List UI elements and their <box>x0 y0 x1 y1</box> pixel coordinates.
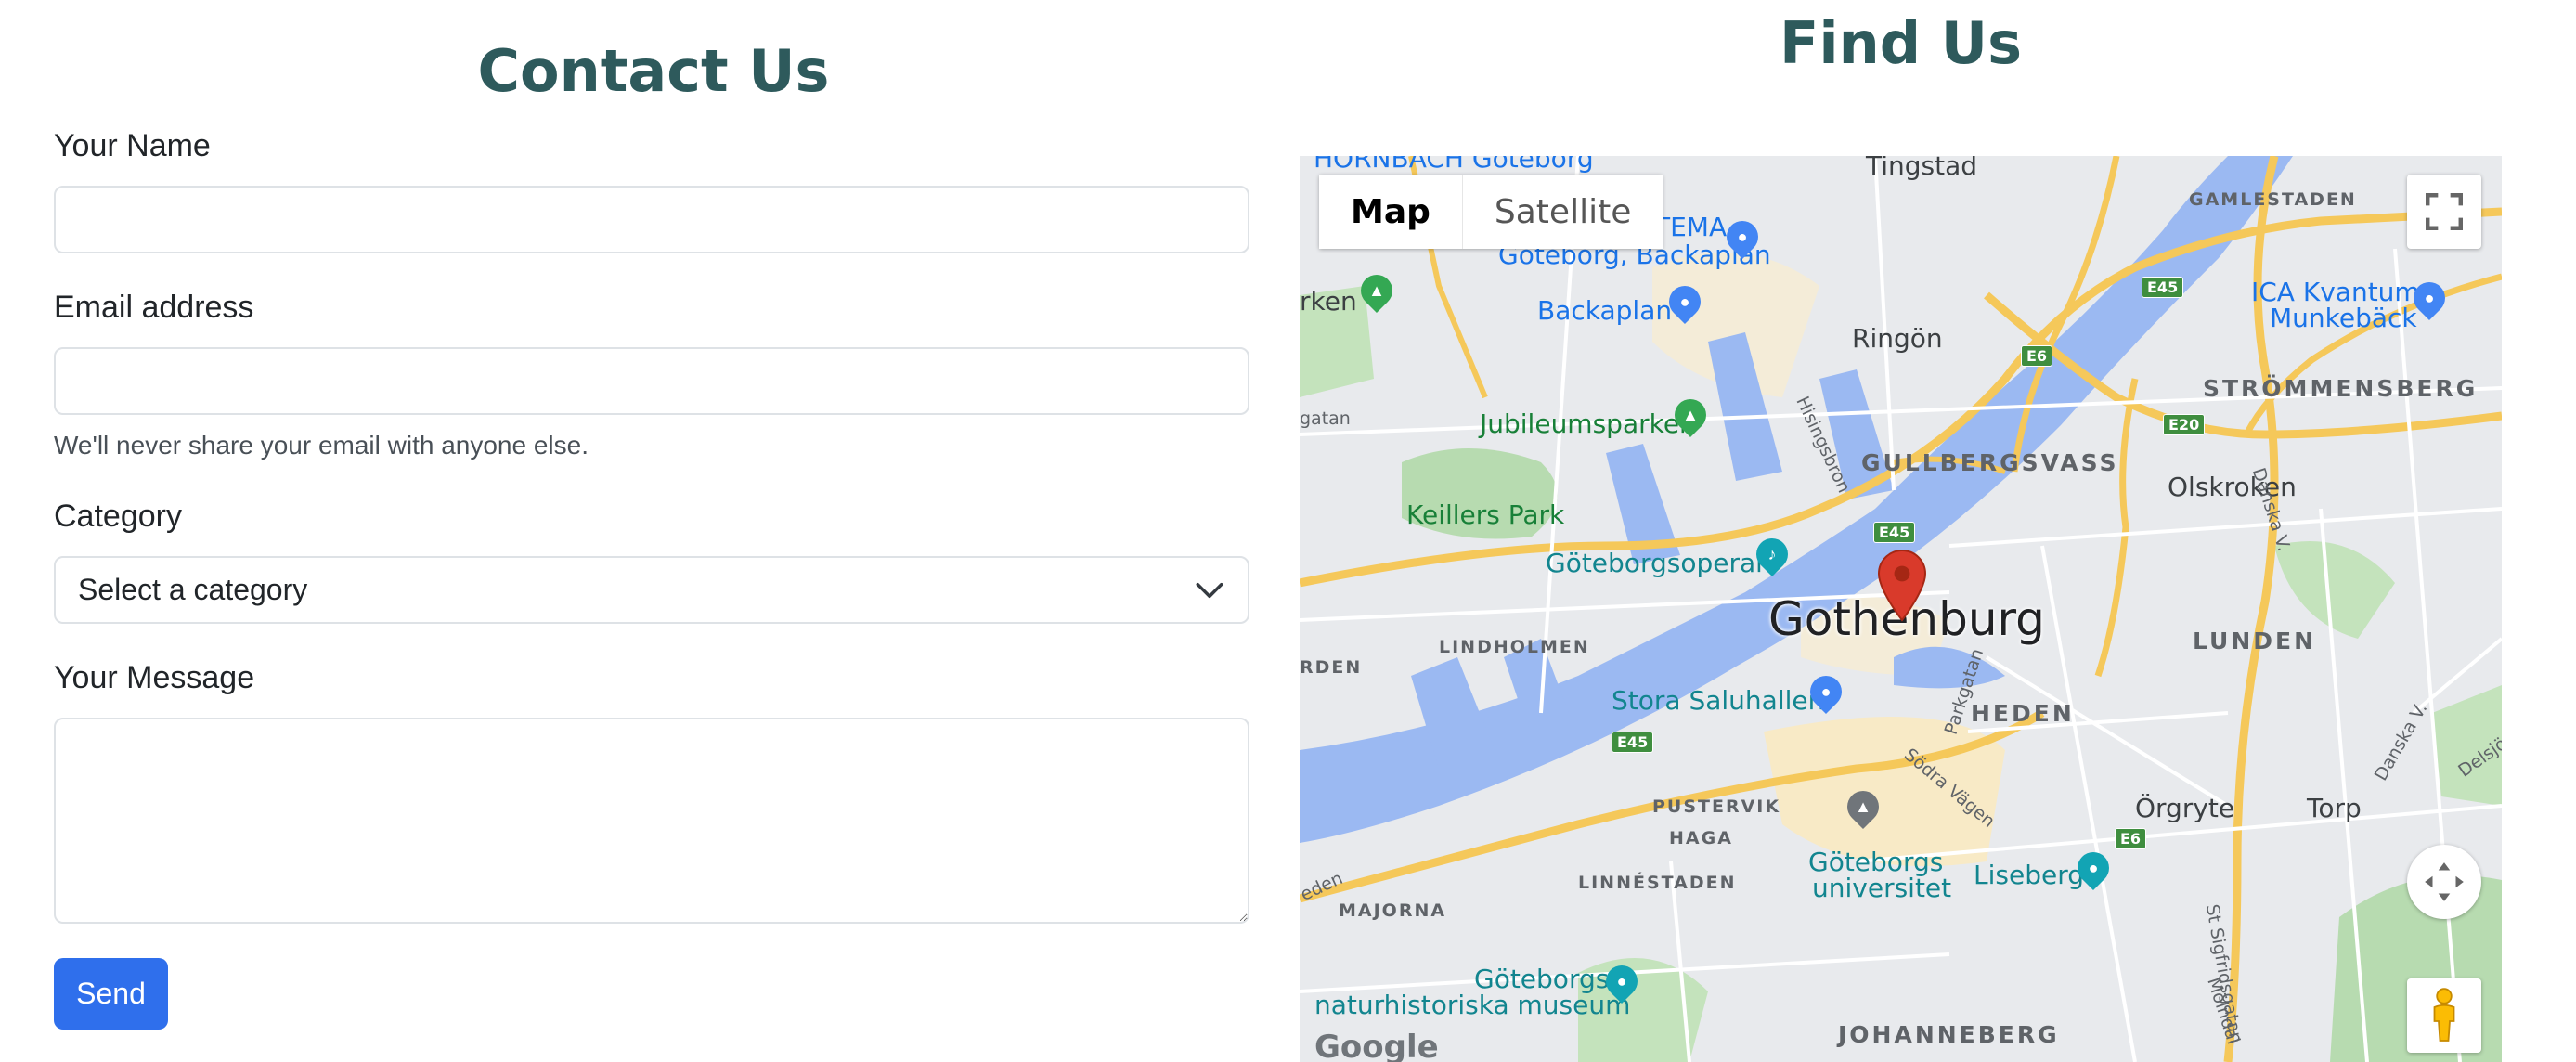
map-label-orgryte: Örgryte <box>2135 793 2235 823</box>
map-street-gatan: gatan <box>1300 408 1351 429</box>
map-embed[interactable]: Tingstad HORNBACH Göteborg GAMLESTADEN I… <box>1300 156 2502 1062</box>
send-button[interactable]: Send <box>54 958 168 1030</box>
map-label-ica-2: Munkebäck <box>2270 303 2417 333</box>
name-label: Your Name <box>54 128 211 163</box>
shield-e6-b: E6 <box>2115 828 2147 849</box>
tree-icon: ▲ <box>1353 267 1400 314</box>
map-label-ringon: Ringön <box>1852 323 1943 354</box>
map-label-arken: rken <box>1300 286 1357 317</box>
email-help-text: We'll never share your email with anyone… <box>54 431 589 460</box>
map-label-universitet-2: universitet <box>1812 873 1952 903</box>
map-label-hornbach: HORNBACH Göteborg <box>1314 156 1594 174</box>
music-note-icon: ♪ <box>1749 531 1795 577</box>
map-label-jubileumsparken: Jubileumsparken <box>1480 408 1696 439</box>
museum-icon: ● <box>1599 958 1645 1004</box>
map-label-goteborgsoperan: Göteborgsoperan <box>1546 548 1772 578</box>
map-label-gullbergsvass: GULLBERGSVASS <box>1861 449 2119 476</box>
category-select[interactable]: Select a category <box>54 556 1249 624</box>
map-label-torp: Torp <box>2307 793 2362 823</box>
fullscreen-icon <box>2426 193 2463 230</box>
map-label-keillers-park: Keillers Park <box>1406 499 1565 530</box>
map-label-strommensberg: STRÖMMENSBERG <box>2203 375 2479 402</box>
map-type-control: Map Satellite <box>1319 175 1663 249</box>
map-label-heden: HEDEN <box>1971 700 2075 727</box>
contact-title: Contact Us <box>477 37 830 105</box>
shield-e20: E20 <box>2163 414 2206 435</box>
shopping-bag-icon: ● <box>1719 214 1766 260</box>
pegman-button[interactable] <box>2407 978 2481 1053</box>
amusement-park-icon: ● <box>2070 845 2116 891</box>
map-label-johanneberg: JOHANNEBERG <box>1838 1021 2060 1048</box>
map-label-lindholmen: LINDHOLMEN <box>1439 637 1590 657</box>
map-label-haga: HAGA <box>1669 828 1733 848</box>
map-label-rden: RDEN <box>1300 657 1363 678</box>
google-logo: Google <box>1314 1029 1439 1062</box>
location-marker-icon <box>1877 550 1927 622</box>
camera-control-button[interactable] <box>2407 845 2481 919</box>
map-label-gamlestaden: GAMLESTADEN <box>2189 189 2357 210</box>
find-us-title: Find Us <box>1780 9 2022 77</box>
pegman-icon <box>2433 988 2455 1042</box>
shield-e45-a: E45 <box>2142 277 2184 298</box>
chevron-down-icon <box>1196 582 1223 598</box>
email-input[interactable] <box>54 347 1249 415</box>
map-label-tingstad: Tingstad <box>1866 156 1978 181</box>
shopping-cart-icon-2: ● <box>1803 668 1849 715</box>
map-label-majorna: MAJORNA <box>1339 900 1447 921</box>
category-label: Category <box>54 499 182 534</box>
category-selected-value: Select a category <box>78 573 308 606</box>
name-input[interactable] <box>54 186 1249 253</box>
map-label-pustervik: PUSTERVIK <box>1652 796 1781 817</box>
shield-e6-a: E6 <box>2021 345 2053 367</box>
shopping-bag-icon-2: ● <box>1662 278 1708 325</box>
map-type-satellite-button[interactable]: Satellite <box>1462 175 1663 249</box>
shield-e45-c: E45 <box>1612 732 1654 753</box>
message-textarea[interactable] <box>54 718 1249 924</box>
graduation-cap-icon: ▲ <box>1840 784 1886 830</box>
map-label-lunden: LUNDEN <box>2193 628 2317 654</box>
map-label-stora-saluhallen: Stora Saluhallen <box>1612 685 1825 716</box>
move-arrows-icon <box>2425 862 2464 901</box>
shield-e45-b: E45 <box>1873 522 1916 543</box>
map-label-linnestaden: LINNÉSTADEN <box>1578 873 1737 893</box>
tree-icon-2: ▲ <box>1667 392 1714 438</box>
map-type-map-button[interactable]: Map <box>1319 175 1463 249</box>
shopping-cart-icon: ● <box>2406 275 2453 321</box>
map-label-museum-2: naturhistoriska museum <box>1314 990 1631 1020</box>
fullscreen-button[interactable] <box>2407 175 2481 249</box>
map-label-backaplan: Backaplan <box>1537 295 1673 326</box>
message-label: Your Message <box>54 660 255 695</box>
email-label: Email address <box>54 290 254 325</box>
map-label-liseberg: Liseberg <box>1974 860 2084 890</box>
